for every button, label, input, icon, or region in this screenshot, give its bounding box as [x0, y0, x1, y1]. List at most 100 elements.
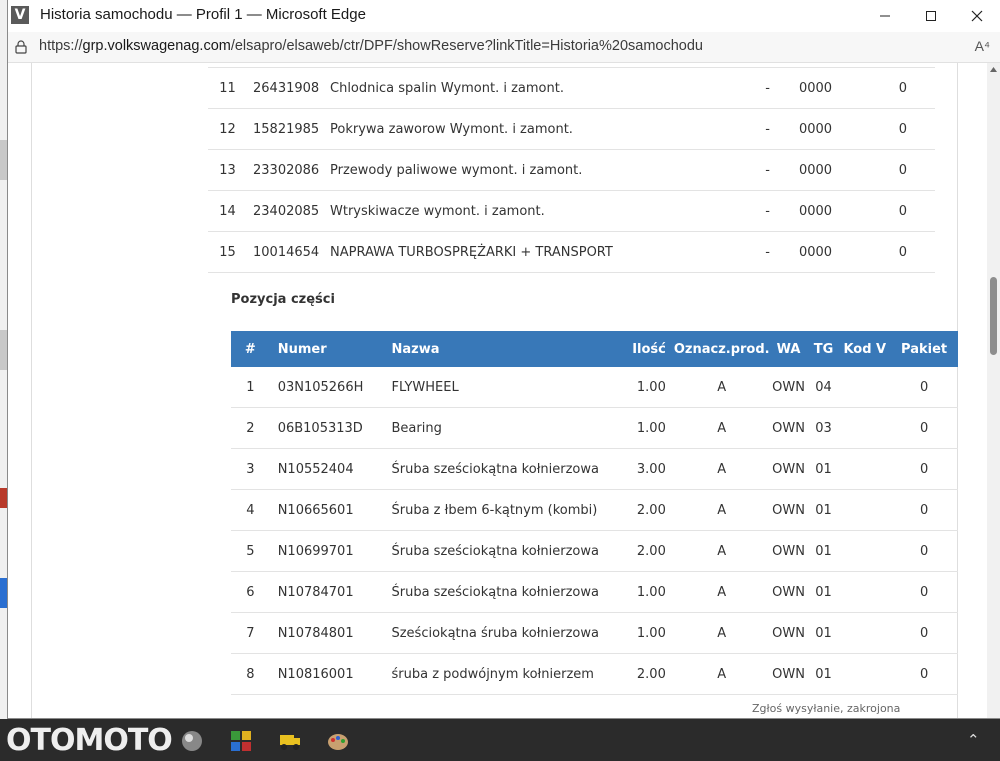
paint-app-icon[interactable] — [327, 730, 349, 752]
part-wa: OWN — [769, 571, 808, 613]
part-row: 2 06B105313D Bearing 1.00 A OWN 03 0 — [231, 407, 958, 449]
otomoto-watermark-logo: OTOMOTO — [6, 723, 173, 758]
scrollbar-thumb[interactable] — [990, 277, 997, 355]
scroll-up-icon[interactable] — [990, 67, 997, 72]
operation-code: 0000 — [772, 231, 859, 273]
operation-number: 26431908 — [247, 67, 324, 109]
address-bar[interactable]: https://grp.volkswagenag.com/elsapro/els… — [8, 32, 1000, 63]
col-header-qty[interactable]: Ilość — [619, 331, 674, 367]
operation-name: NAPRAWA TURBOSPRĘŻARKI + TRANSPORT — [324, 231, 704, 273]
operation-no: 15 — [208, 231, 247, 273]
col-header-name[interactable]: Nazwa — [383, 331, 619, 367]
part-kodv — [839, 407, 891, 449]
part-kodv — [839, 653, 891, 695]
operation-name: Pokrywa zaworow Wymont. i zamont. — [324, 108, 704, 150]
part-qty: 2.00 — [619, 653, 674, 695]
part-no: 7 — [231, 612, 270, 654]
part-row: 4 N10665601 Śruba z łbem 6-kątnym (kombi) 2… — [231, 489, 958, 531]
sphere-app-icon[interactable] — [181, 730, 203, 752]
part-no: 5 — [231, 530, 270, 572]
part-no: 2 — [231, 407, 270, 449]
operation-dash: - — [704, 108, 772, 150]
part-wa: OWN — [769, 612, 808, 654]
part-row: 8 N10816001 śruba z podwójnym kołnierzem 2.… — [231, 653, 958, 695]
part-kodv — [839, 530, 891, 572]
lock-icon[interactable] — [15, 40, 27, 54]
operation-dash: - — [704, 190, 772, 232]
url-prefix: https:// — [39, 38, 83, 54]
part-mark: A — [673, 367, 770, 408]
maximize-button[interactable] — [908, 0, 954, 32]
operation-number: 10014654 — [247, 231, 324, 273]
part-row: 6 N10784701 Śruba sześciokątna kołnierzowa… — [231, 571, 958, 613]
part-name: Śruba sześciokątna kołnierzowa — [383, 448, 619, 490]
part-tg: 01 — [807, 530, 840, 572]
part-number: N10552404 — [269, 448, 384, 490]
col-header-pakiet[interactable]: Pakiet — [890, 331, 958, 367]
col-header-kodv[interactable]: Kod V — [839, 331, 891, 367]
part-name: Sześciokątna śruba kołnierzowa — [383, 612, 619, 654]
vertical-scrollbar[interactable] — [987, 63, 1000, 718]
close-button[interactable] — [954, 0, 1000, 32]
operation-code: 0000 — [772, 67, 859, 109]
url-path: /elsapro/elsaweb/ctr/DPF/showReserve?lin… — [230, 38, 703, 54]
operation-row: 14 23402085 Wtryskiwacze wymont. i zamont.… — [208, 190, 935, 232]
read-aloud-icon[interactable]: A⁴ — [975, 38, 990, 54]
operation-name: Chlodnica spalin Wymont. i zamont. — [324, 67, 704, 109]
operation-row: 13 23302086 Przewody paliwowe wymont. i za… — [208, 149, 935, 191]
operation-code: 0000 — [772, 108, 859, 150]
part-wa: OWN — [769, 489, 808, 531]
part-tg: 04 — [807, 367, 840, 408]
part-row: 7 N10784801 Sześciokątna śruba kołnierzowa… — [231, 612, 958, 654]
url-text[interactable]: https://grp.volkswagenag.com/elsapro/els… — [39, 38, 703, 54]
part-row: 3 N10552404 Śruba sześciokątna kołnierzowa… — [231, 448, 958, 490]
browser-window: V Historia samochodu — Profil 1 — Micros… — [8, 0, 1000, 718]
part-pakiet: 0 — [890, 612, 958, 654]
part-number: 03N105266H — [269, 367, 384, 408]
minimize-button[interactable] — [862, 0, 908, 32]
part-tg: 01 — [807, 653, 840, 695]
tray-chevron-up-icon[interactable]: ⌃ — [967, 731, 980, 749]
part-tg: 01 — [807, 571, 840, 613]
operation-number: 23402085 — [247, 190, 324, 232]
part-qty: 3.00 — [619, 448, 674, 490]
col-header-no[interactable]: # — [231, 331, 270, 367]
operation-val: 0 — [859, 190, 935, 232]
part-number: N10816001 — [269, 653, 384, 695]
overlay-text: Zgłoś wysyłanie, zakrojona — [752, 702, 901, 715]
col-header-wa[interactable]: WA — [769, 331, 808, 367]
part-qty: 1.00 — [619, 612, 674, 654]
operation-val: 0 — [859, 108, 935, 150]
part-no: 4 — [231, 489, 270, 531]
part-qty: 1.00 — [619, 571, 674, 613]
part-no: 1 — [231, 367, 270, 408]
col-header-tg[interactable]: TG — [807, 331, 840, 367]
part-pakiet: 0 — [890, 653, 958, 695]
operation-number: 15821985 — [247, 108, 324, 150]
operation-name: Wtryskiwacze wymont. i zamont. — [324, 190, 704, 232]
document-sheet: 11 26431908 Chlodnica spalin Wymont. i zam… — [31, 63, 958, 718]
part-qty: 2.00 — [619, 530, 674, 572]
part-wa: OWN — [769, 407, 808, 449]
puzzle-app-icon[interactable] — [230, 730, 252, 752]
part-wa: OWN — [769, 653, 808, 695]
part-row: 1 03N105266H FLYWHEEL 1.00 A OWN 04 0 — [231, 367, 958, 408]
operation-dash: - — [704, 67, 772, 109]
part-tg: 01 — [807, 489, 840, 531]
col-header-mark[interactable]: Oznacz.prod. — [673, 331, 770, 367]
part-kodv — [839, 448, 891, 490]
truck-app-icon[interactable] — [279, 730, 301, 752]
col-header-number[interactable]: Numer — [269, 331, 384, 367]
part-kodv — [839, 367, 891, 408]
part-no: 6 — [231, 571, 270, 613]
part-pakiet: 0 — [890, 448, 958, 490]
part-number: N10699701 — [269, 530, 384, 572]
operation-val: 0 — [859, 149, 935, 191]
part-pakiet: 0 — [890, 489, 958, 531]
part-no: 8 — [231, 653, 270, 695]
operation-row: 12 15821985 Pokrywa zaworow Wymont. i zamo… — [208, 108, 935, 150]
operation-val: 0 — [859, 231, 935, 273]
part-mark: A — [673, 530, 770, 572]
part-name: Śruba z łbem 6-kątnym (kombi) — [383, 489, 619, 531]
operation-row: 11 26431908 Chlodnica spalin Wymont. i zam… — [208, 67, 935, 109]
